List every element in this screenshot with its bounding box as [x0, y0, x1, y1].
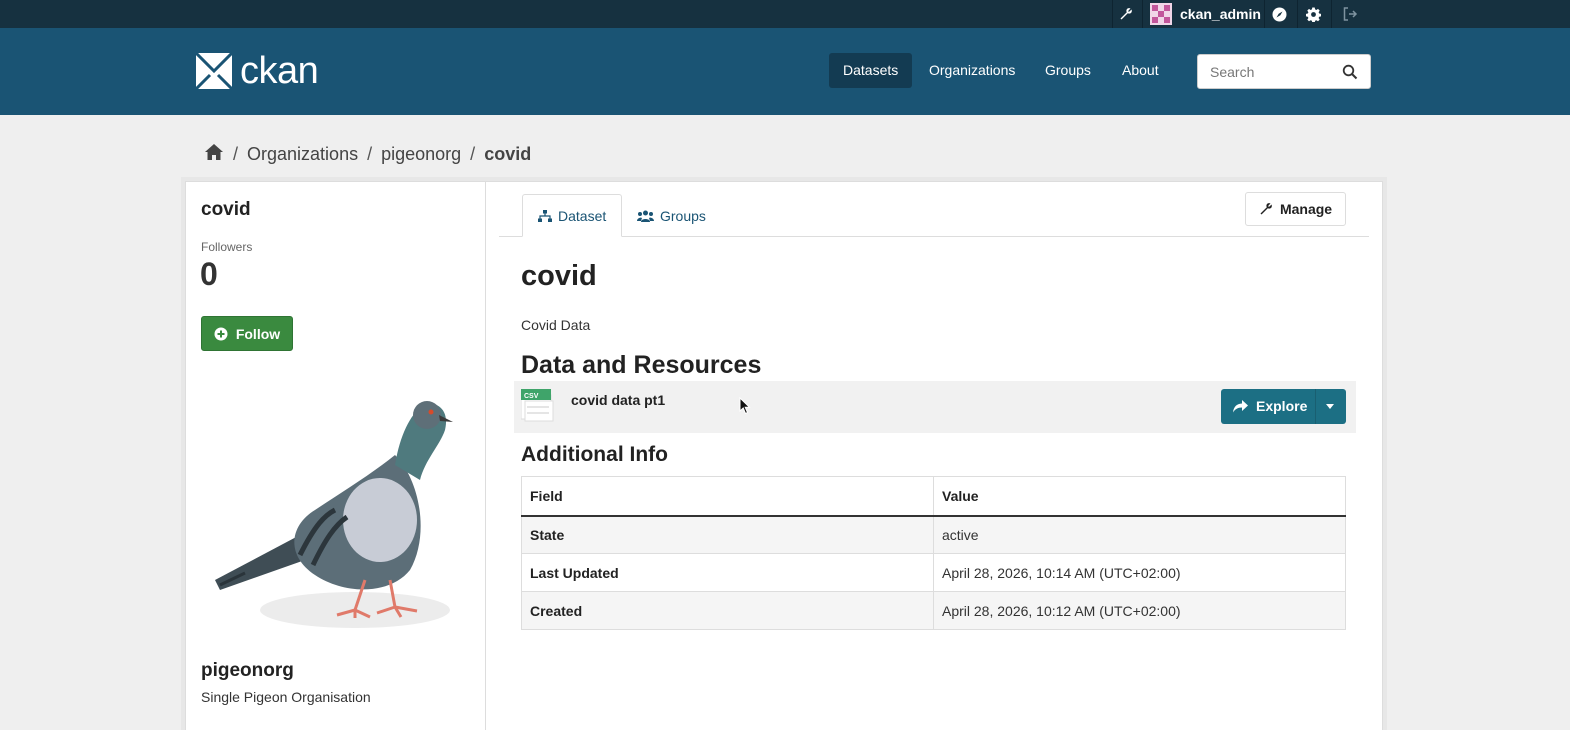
account-bar-divider: [1142, 0, 1143, 28]
breadcrumb-separator: /: [470, 144, 476, 164]
logout-icon[interactable]: [1343, 0, 1359, 28]
nav-groups[interactable]: Groups: [1031, 53, 1105, 88]
tab-dataset-label: Dataset: [558, 207, 607, 224]
home-icon[interactable]: [204, 143, 224, 166]
sysadmin-wrench-icon[interactable]: [1119, 0, 1133, 28]
breadcrumb-org[interactable]: pigeonorg: [381, 144, 461, 165]
logo-text: ckan: [240, 50, 319, 92]
nav-datasets[interactable]: Datasets: [829, 53, 913, 88]
nav-organizations[interactable]: Organizations: [915, 53, 1029, 88]
tab-groups[interactable]: Groups: [622, 194, 721, 237]
org-name[interactable]: pigeonorg: [201, 660, 294, 682]
dataset-notes: Covid Data: [521, 317, 591, 333]
sidebar-divider: [485, 182, 486, 730]
org-description: Single Pigeon Organisation: [201, 689, 371, 705]
value-cell: April 28, 2026, 10:12 AM (UTC+02:00): [933, 591, 1346, 630]
account-bar-divider: [1112, 0, 1113, 28]
caret-down-icon[interactable]: [1326, 404, 1334, 409]
tab-dataset[interactable]: Dataset: [522, 194, 623, 237]
share-icon: [1233, 399, 1248, 412]
field-cell: Last Updated: [521, 553, 934, 592]
column-header: Field: [521, 476, 934, 517]
csv-format-icon: CSV: [521, 389, 554, 422]
users-icon: [637, 210, 654, 222]
breadcrumb-current[interactable]: covid: [484, 144, 531, 165]
breadcrumb-separator: /: [367, 144, 373, 164]
masthead: ckan Datasets Organizations Groups About…: [0, 28, 1570, 115]
field-cell: Created: [521, 591, 934, 630]
follow-label: Follow: [235, 325, 281, 342]
user-menu[interactable]: ckan_admin: [1150, 0, 1261, 28]
account-bar-divider: [1297, 0, 1298, 28]
breadcrumb-separator: /: [233, 144, 239, 164]
followers-label: Followers: [201, 240, 253, 254]
explore-button[interactable]: Explore: [1221, 389, 1346, 424]
breadcrumb-organizations[interactable]: Organizations: [247, 144, 358, 165]
table-header-row: Field Value: [521, 476, 1346, 517]
nav-about[interactable]: About: [1108, 53, 1173, 88]
additional-info-heading: Additional Info: [521, 443, 668, 466]
tab-groups-label: Groups: [660, 207, 706, 224]
followers-count: 0: [200, 256, 218, 292]
account-bar-divider: [1264, 0, 1265, 28]
column-header: Value: [933, 476, 1346, 517]
value-cell: April 28, 2026, 10:14 AM (UTC+02:00): [933, 553, 1346, 592]
table-row: State active: [521, 515, 1346, 554]
search-icon[interactable]: [1342, 64, 1358, 85]
organization-image[interactable]: [205, 385, 470, 640]
explore-divider: [1315, 389, 1316, 424]
field-cell: State: [521, 515, 934, 554]
search-input[interactable]: Search: [1197, 54, 1371, 89]
explore-label: Explore: [1256, 398, 1308, 414]
gear-icon[interactable]: [1306, 0, 1321, 28]
breadcrumb: / Organizations / pigeonorg / covid: [204, 143, 531, 166]
resources-heading: Data and Resources: [521, 351, 762, 379]
follow-button[interactable]: Follow: [201, 316, 293, 351]
manage-label: Manage: [1279, 201, 1333, 217]
username: ckan_admin: [1180, 6, 1261, 22]
wrench-icon: [1260, 203, 1272, 215]
mouse-cursor-icon: [739, 397, 751, 415]
svg-text:CSV: CSV: [524, 393, 539, 400]
sidebar-title: covid: [201, 199, 251, 220]
avatar: [1150, 3, 1172, 25]
dashboard-icon[interactable]: [1272, 0, 1287, 28]
ckan-logo[interactable]: ckan: [196, 50, 319, 92]
dataset-title: covid: [521, 260, 597, 292]
plus-circle-icon: [214, 327, 228, 340]
table-row: Last Updated April 28, 2026, 10:14 AM (U…: [521, 553, 1346, 592]
account-bar-divider: [1331, 0, 1332, 28]
account-bar: [0, 0, 1570, 28]
additional-info-table: Field Value State active Last Updated Ap…: [521, 476, 1346, 630]
search-placeholder: Search: [1210, 64, 1255, 80]
resource-name[interactable]: covid data pt1: [571, 392, 665, 408]
ckan-logo-icon: [196, 53, 232, 89]
value-cell: active: [933, 515, 1346, 554]
manage-button[interactable]: Manage: [1245, 192, 1346, 226]
sitemap-icon: [538, 209, 552, 222]
table-row: Created April 28, 2026, 10:12 AM (UTC+02…: [521, 591, 1346, 630]
